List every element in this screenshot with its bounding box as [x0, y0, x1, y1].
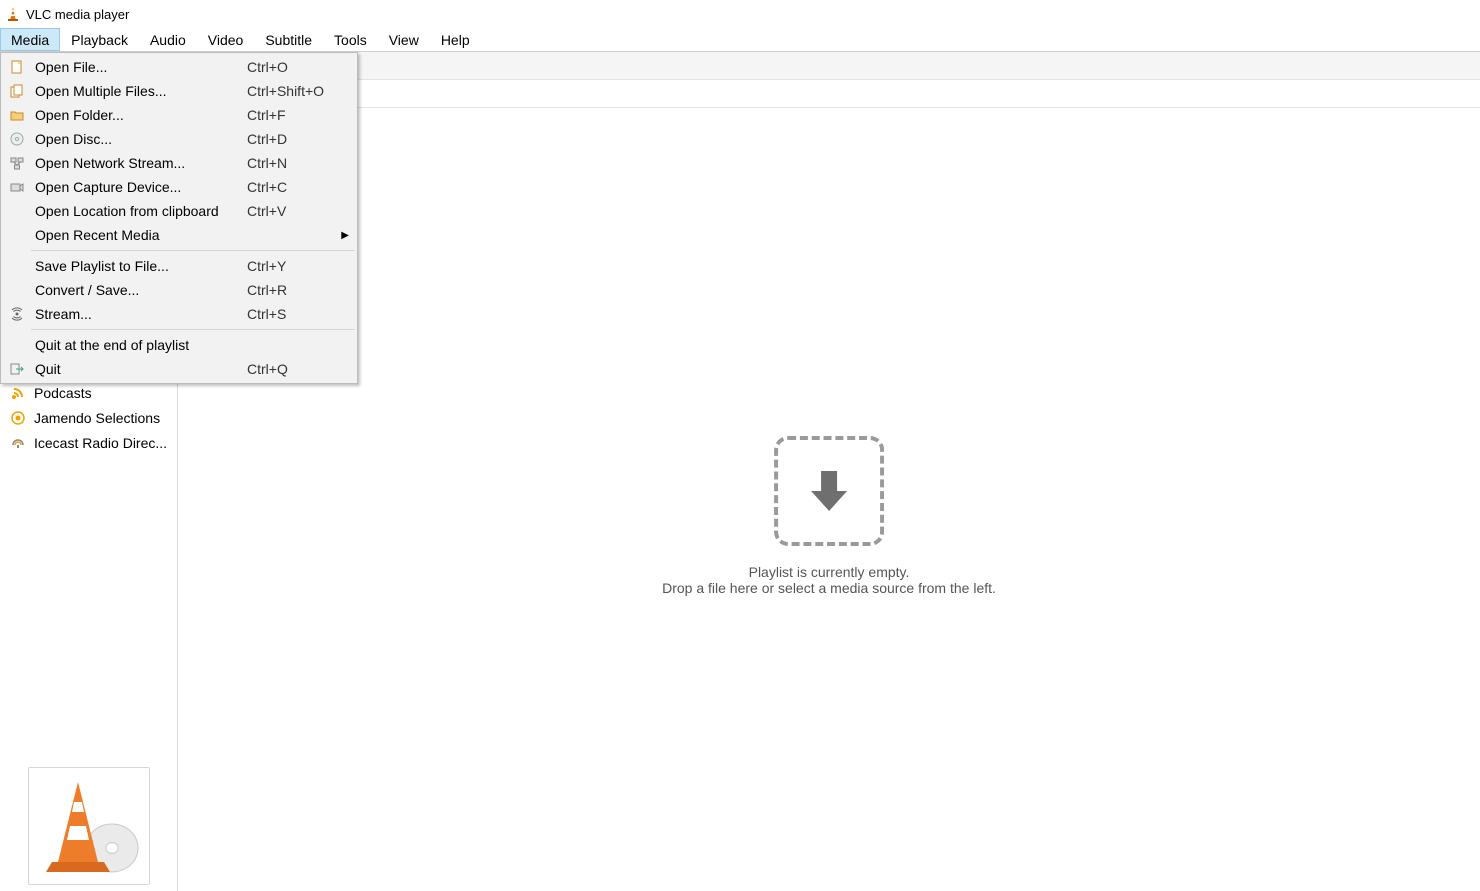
- titlebar: VLC media player: [0, 0, 1480, 28]
- playlist-area[interactable]: Playlist is currently empty. Drop a file…: [178, 108, 1480, 891]
- menu-save-playlist[interactable]: Save Playlist to File... Ctrl+Y: [1, 254, 357, 278]
- menu-subtitle[interactable]: Subtitle: [254, 28, 323, 51]
- menu-open-disc[interactable]: Open Disc... Ctrl+D: [1, 127, 357, 151]
- menu-separator: [31, 250, 355, 251]
- stream-icon: [5, 307, 29, 321]
- menu-media[interactable]: Media: [0, 28, 60, 51]
- files-icon: [5, 84, 29, 98]
- menu-quit-end-playlist[interactable]: Quit at the end of playlist: [1, 333, 357, 357]
- podcast-icon: [10, 385, 26, 401]
- vlc-cone-icon: [6, 6, 20, 22]
- menu-quit[interactable]: Quit Ctrl+Q: [1, 357, 357, 381]
- album-art-placeholder: [0, 761, 177, 891]
- menu-view[interactable]: View: [378, 28, 430, 51]
- menu-video[interactable]: Video: [197, 28, 255, 51]
- menu-open-multiple-files[interactable]: Open Multiple Files... Ctrl+Shift+O: [1, 79, 357, 103]
- menu-open-file[interactable]: Open File... Ctrl+O: [1, 55, 357, 79]
- playlist-empty-placeholder: Playlist is currently empty. Drop a file…: [662, 436, 996, 596]
- playlist-empty-line2: Drop a file here or select a media sourc…: [662, 580, 996, 596]
- sidebar-item-label: Icecast Radio Direc...: [34, 435, 167, 451]
- menu-stream[interactable]: Stream... Ctrl+S: [1, 302, 357, 326]
- drop-arrow-icon: [774, 436, 884, 546]
- window-title: VLC media player: [26, 7, 129, 22]
- icecast-icon: [10, 435, 26, 451]
- menu-open-recent-media[interactable]: Open Recent Media ▶: [1, 223, 357, 247]
- quit-icon: [5, 362, 29, 376]
- menu-open-location-clipboard[interactable]: Open Location from clipboard Ctrl+V: [1, 199, 357, 223]
- playlist-empty-line1: Playlist is currently empty.: [662, 564, 996, 580]
- playlist-column-headers: Duration Album: [178, 80, 1480, 108]
- menu-audio[interactable]: Audio: [139, 28, 197, 51]
- sidebar-item-icecast[interactable]: Icecast Radio Direc...: [0, 430, 177, 455]
- jamendo-icon: [10, 410, 26, 426]
- menubar: Media Playback Audio Video Subtitle Tool…: [0, 28, 1480, 52]
- folder-icon: [5, 108, 29, 122]
- sidebar-item-jamendo[interactable]: Jamendo Selections: [0, 405, 177, 430]
- menu-open-capture-device[interactable]: Open Capture Device... Ctrl+C: [1, 175, 357, 199]
- capture-icon: [5, 180, 29, 194]
- menu-tools[interactable]: Tools: [323, 28, 378, 51]
- menu-open-network-stream[interactable]: Open Network Stream... Ctrl+N: [1, 151, 357, 175]
- menu-convert-save[interactable]: Convert / Save... Ctrl+R: [1, 278, 357, 302]
- menu-open-folder[interactable]: Open Folder... Ctrl+F: [1, 103, 357, 127]
- disc-icon: [5, 132, 29, 146]
- submenu-arrow-icon: ▶: [337, 230, 349, 241]
- menu-playback[interactable]: Playback: [60, 28, 139, 51]
- menu-separator: [31, 329, 355, 330]
- column-album[interactable]: Album: [252, 80, 1480, 107]
- vlc-cone-disc-icon: [34, 776, 144, 876]
- toolbar-area: [178, 52, 1480, 80]
- media-menu-dropdown: Open File... Ctrl+O Open Multiple Files.…: [0, 52, 358, 384]
- main-panel: Duration Album Playlist is currently emp…: [178, 52, 1480, 891]
- sidebar-item-label: Jamendo Selections: [34, 410, 160, 426]
- network-icon: [5, 156, 29, 170]
- menu-help[interactable]: Help: [430, 28, 481, 51]
- file-icon: [5, 60, 29, 74]
- sidebar-item-label: Podcasts: [34, 385, 92, 401]
- album-art-frame: [28, 767, 150, 885]
